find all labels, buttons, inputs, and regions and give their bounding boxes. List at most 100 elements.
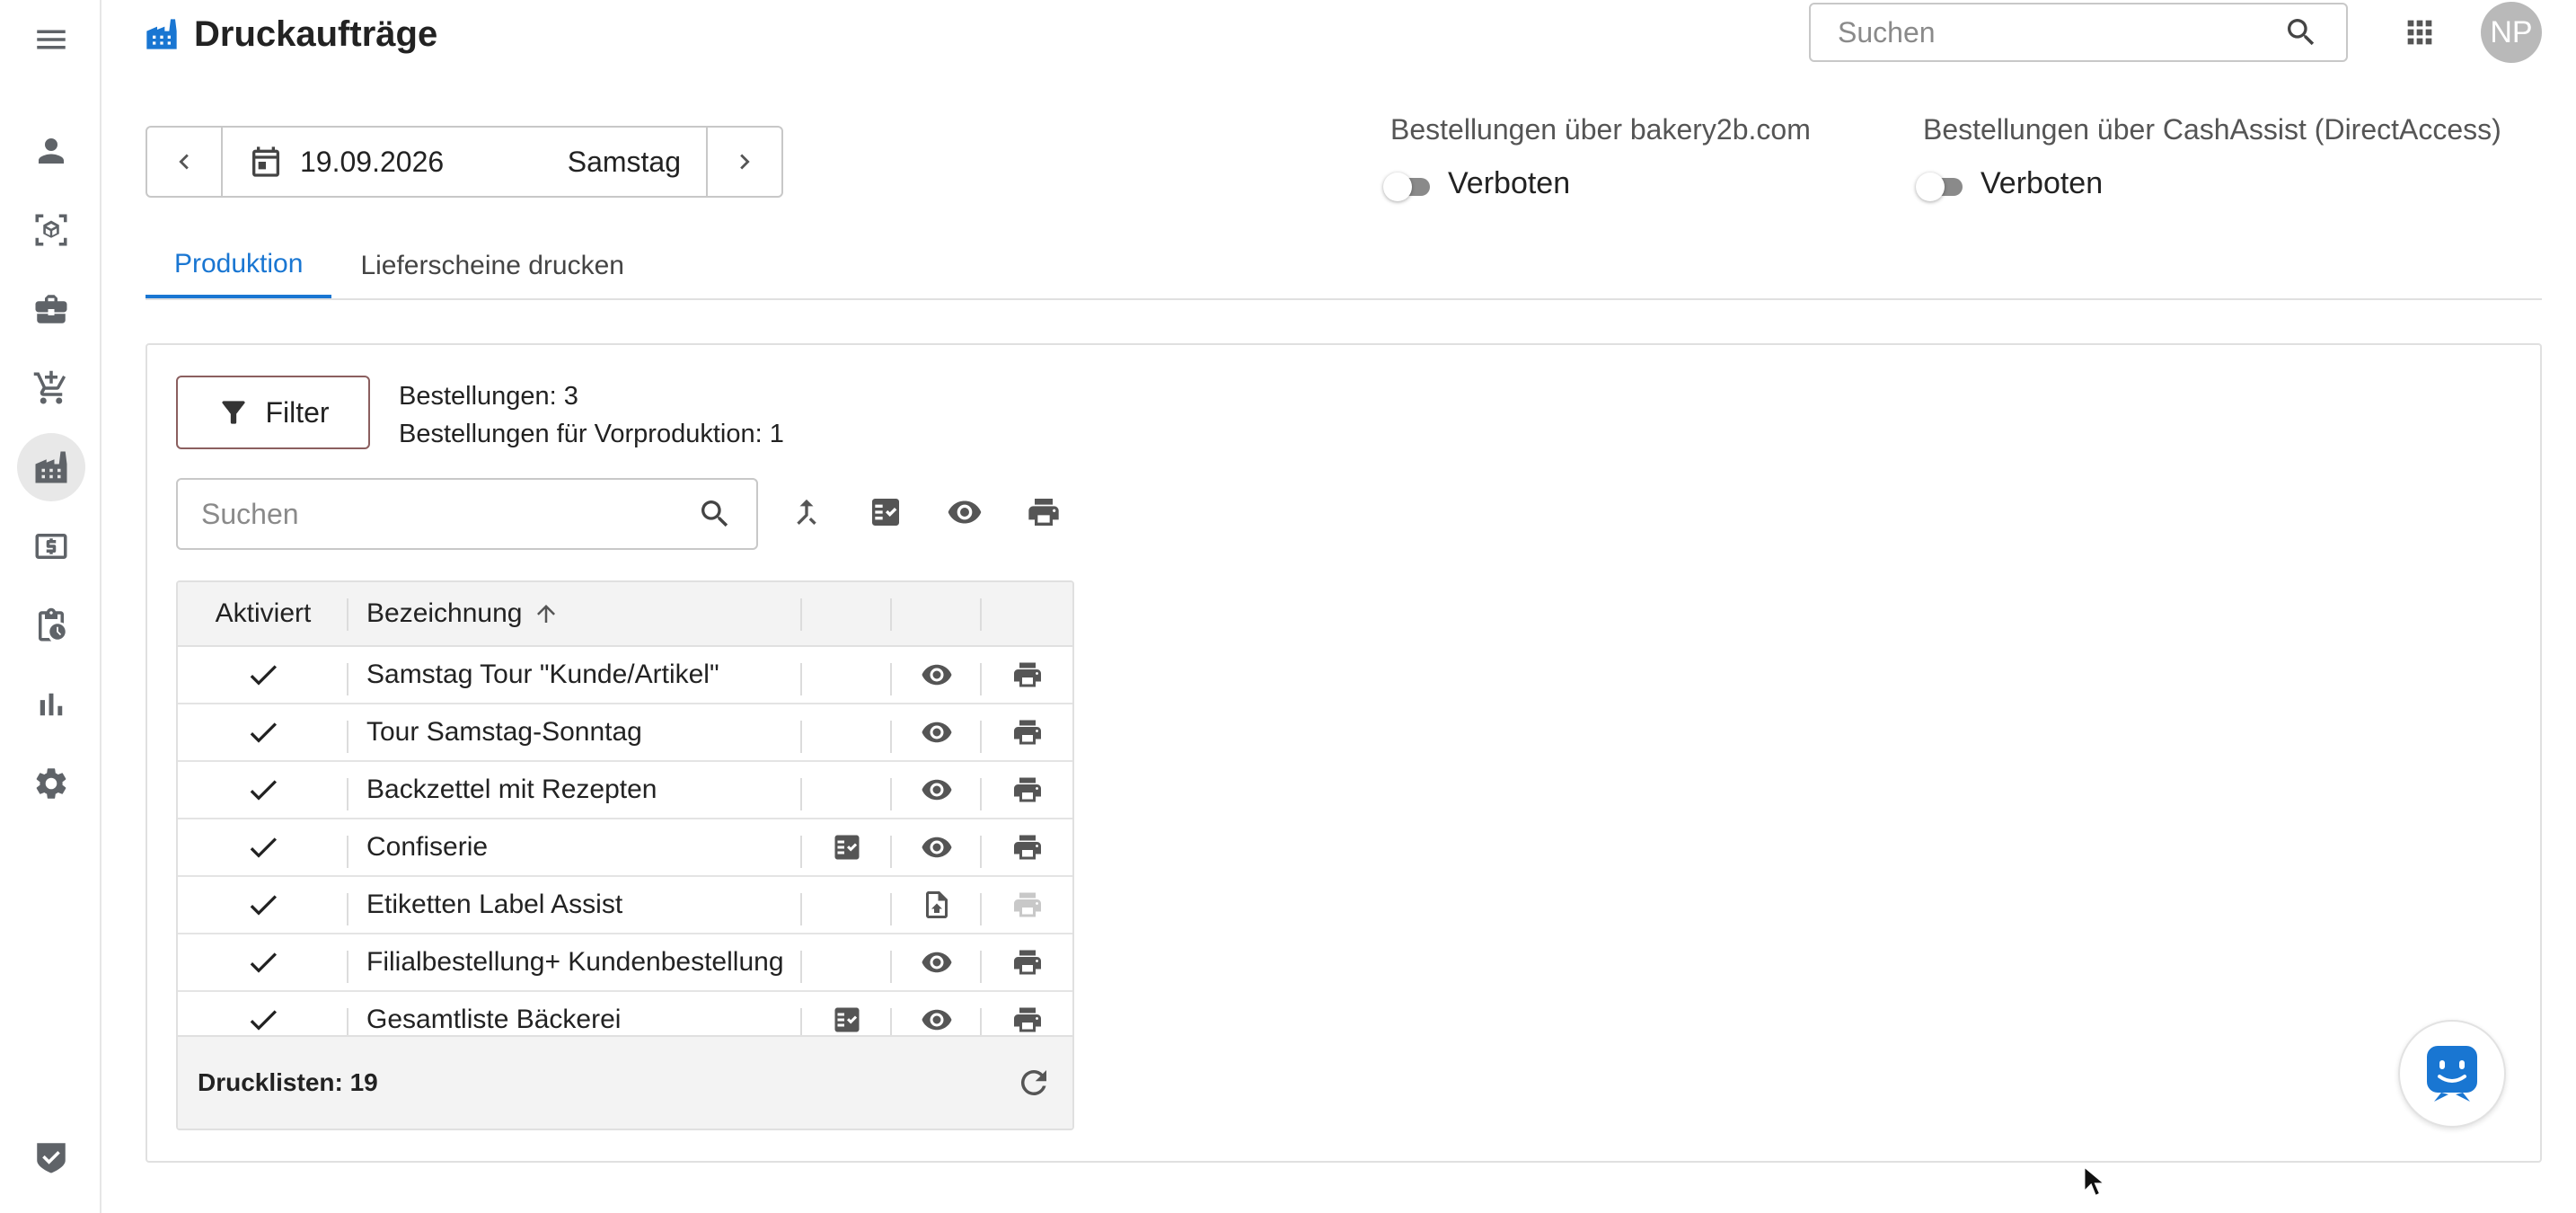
next-day-button[interactable] bbox=[708, 128, 781, 196]
checklist-icon[interactable] bbox=[831, 831, 863, 863]
preview-cell[interactable] bbox=[892, 762, 982, 818]
print-all-button[interactable] bbox=[1024, 492, 1063, 532]
checklist-cell bbox=[802, 762, 892, 818]
cashassist-orders-label: Bestellungen über CashAssist (DirectAcce… bbox=[1923, 113, 2501, 146]
print-icon[interactable] bbox=[1011, 1004, 1044, 1036]
column-print bbox=[982, 582, 1072, 645]
table-row[interactable]: Filialbestellung+ Kundenbestellung bbox=[178, 934, 1072, 992]
eye-icon[interactable] bbox=[921, 1004, 953, 1036]
check-icon bbox=[250, 722, 277, 743]
column-name[interactable]: Bezeichnung bbox=[348, 582, 802, 645]
arrow-up-icon bbox=[537, 605, 556, 623]
check-icon bbox=[250, 665, 277, 686]
eye-icon[interactable] bbox=[921, 774, 953, 806]
sidebar-item-orders[interactable] bbox=[17, 354, 85, 422]
print-cell bbox=[982, 877, 1072, 933]
table-row[interactable]: Confiserie bbox=[178, 819, 1072, 877]
eye-icon[interactable] bbox=[921, 831, 953, 863]
table-row[interactable]: Gesamtliste Bäckerei bbox=[178, 992, 1072, 1039]
global-search-input[interactable] bbox=[1838, 15, 2283, 49]
table-row[interactable]: Samstag Tour "Kunde/Artikel" bbox=[178, 647, 1072, 704]
orders-count: Bestellungen: 3 bbox=[399, 382, 578, 411]
print-cell[interactable] bbox=[982, 992, 1072, 1039]
print-cell[interactable] bbox=[982, 934, 1072, 990]
print-icon[interactable] bbox=[1011, 659, 1044, 691]
page-title: Druckaufträge bbox=[194, 13, 438, 54]
sidebar-item-verified[interactable] bbox=[17, 1123, 85, 1191]
activated-cell bbox=[178, 819, 348, 875]
sidebar-item-tasks[interactable] bbox=[17, 591, 85, 660]
table-row[interactable]: Tour Samstag-Sonntag bbox=[178, 704, 1072, 762]
sidebar-item-customers[interactable] bbox=[17, 117, 85, 185]
print-icon bbox=[1028, 499, 1059, 526]
cashassist-orders-toggle[interactable] bbox=[1916, 171, 1963, 201]
checklist-button[interactable] bbox=[866, 492, 905, 532]
print-icon[interactable] bbox=[1011, 831, 1044, 863]
preview-cell[interactable] bbox=[892, 934, 982, 990]
preview-cell[interactable] bbox=[892, 704, 982, 760]
print-cell[interactable] bbox=[982, 762, 1072, 818]
search-icon[interactable] bbox=[2283, 14, 2319, 50]
sidebar-item-articles[interactable] bbox=[17, 196, 85, 264]
preview-cell[interactable] bbox=[892, 877, 982, 933]
refresh-icon[interactable] bbox=[1015, 1064, 1053, 1102]
preview-cell[interactable] bbox=[892, 819, 982, 875]
check-icon bbox=[250, 895, 277, 916]
print-icon[interactable] bbox=[1011, 946, 1044, 978]
eye-icon[interactable] bbox=[921, 946, 953, 978]
print-cell[interactable] bbox=[982, 647, 1072, 703]
sidebar bbox=[0, 0, 101, 1213]
table-row[interactable]: Etiketten Label Assist bbox=[178, 877, 1072, 934]
chevron-right-icon bbox=[740, 154, 750, 170]
tab-production[interactable]: Produktion bbox=[146, 234, 332, 298]
menu-button[interactable] bbox=[17, 5, 85, 74]
activated-cell bbox=[178, 704, 348, 760]
apps-button[interactable] bbox=[2400, 13, 2439, 52]
cashassist-orders-setting: Bestellungen über CashAssist (DirectAcce… bbox=[1916, 113, 2501, 201]
print-list-name: Samstag Tour "Kunde/Artikel" bbox=[348, 647, 802, 703]
preview-all-button[interactable] bbox=[945, 492, 984, 532]
print-list-name: Tour Samstag-Sonntag bbox=[348, 704, 802, 760]
clipboard-clock-icon bbox=[39, 607, 66, 642]
sidebar-item-statistics[interactable] bbox=[17, 670, 85, 739]
tab-delivery-notes[interactable]: Lieferscheine drucken bbox=[331, 234, 653, 298]
check-icon bbox=[250, 780, 277, 801]
global-search bbox=[1809, 3, 2348, 62]
file-upload-icon[interactable] bbox=[921, 889, 953, 921]
filter-button[interactable]: Filter bbox=[176, 376, 370, 449]
bakery-orders-toggle[interactable] bbox=[1383, 171, 1430, 201]
table-body: Samstag Tour "Kunde/Artikel" Tour Samstag… bbox=[178, 647, 1072, 1039]
print-lists-table: Aktiviert Bezeichnung Samstag Tour "Kund… bbox=[176, 580, 1074, 1130]
cashassist-orders-state: Verboten bbox=[1981, 166, 2104, 200]
checklist-cell[interactable] bbox=[802, 819, 892, 875]
checklist-cell[interactable] bbox=[802, 992, 892, 1039]
print-cell[interactable] bbox=[982, 704, 1072, 760]
date-field[interactable]: 19.09.2026 Samstag bbox=[221, 128, 708, 196]
search-icon[interactable] bbox=[697, 496, 733, 532]
merge-button[interactable] bbox=[787, 492, 826, 532]
column-preview bbox=[892, 582, 982, 645]
bar-chart-icon bbox=[40, 693, 63, 716]
checklist-icon[interactable] bbox=[831, 1004, 863, 1036]
factory-icon bbox=[146, 19, 177, 49]
print-cell[interactable] bbox=[982, 819, 1072, 875]
list-search-input[interactable] bbox=[201, 497, 697, 531]
previous-day-button[interactable] bbox=[147, 128, 221, 196]
avatar[interactable]: NP bbox=[2481, 2, 2542, 63]
preview-cell[interactable] bbox=[892, 647, 982, 703]
print-icon[interactable] bbox=[1011, 774, 1044, 806]
eye-icon[interactable] bbox=[921, 659, 953, 691]
checklist-cell bbox=[802, 704, 892, 760]
table-row[interactable]: Backzettel mit Rezepten bbox=[178, 762, 1072, 819]
print-icon[interactable] bbox=[1011, 716, 1044, 748]
preview-cell[interactable] bbox=[892, 992, 982, 1039]
sidebar-item-business[interactable] bbox=[17, 275, 85, 343]
production-panel: Filter Bestellungen: 3 Bestellungen für … bbox=[146, 343, 2542, 1163]
eye-icon[interactable] bbox=[921, 716, 953, 748]
preproduction-count: Bestellungen für Vorproduktion: 1 bbox=[399, 420, 784, 448]
sidebar-item-settings[interactable] bbox=[17, 749, 85, 818]
sidebar-item-finance[interactable] bbox=[17, 512, 85, 580]
chatbot-button[interactable] bbox=[2398, 1020, 2506, 1128]
sidebar-item-production[interactable] bbox=[17, 433, 85, 501]
column-activated[interactable]: Aktiviert bbox=[178, 582, 348, 645]
